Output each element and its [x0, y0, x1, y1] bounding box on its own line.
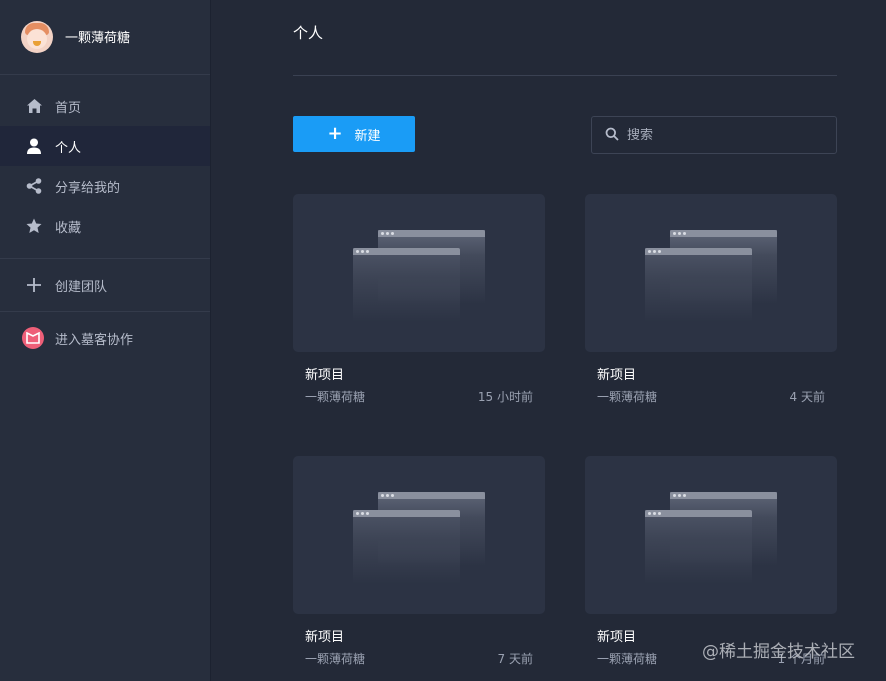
sidebar-item-shared[interactable]: 分享给我的 [0, 166, 210, 206]
project-card[interactable]: 新项目 一颗薄荷糖 4 天前 [585, 194, 837, 404]
project-card[interactable]: 新项目 一颗薄荷糖 15 小时前 [293, 194, 545, 404]
search-box[interactable] [591, 116, 837, 154]
plus-icon [26, 277, 42, 293]
page-title: 个人 [293, 24, 324, 42]
plus-icon: + [327, 123, 343, 144]
project-name: 新项目 [597, 368, 637, 383]
share-icon [26, 178, 42, 194]
project-card[interactable]: 新项目 一颗薄荷糖 1 个月前 [585, 456, 837, 666]
project-owner: 一颗薄荷糖 [597, 652, 658, 666]
home-icon [26, 98, 42, 114]
project-card[interactable]: 新项目 一颗薄荷糖 7 天前 [293, 456, 545, 666]
search-icon [605, 126, 619, 145]
sidebar-item-label: 首页 [55, 100, 82, 116]
username: 一颗薄荷糖 [65, 31, 131, 46]
watermark: @稀土掘金技术社区 [702, 642, 855, 662]
project-time: 15 小时前 [477, 390, 533, 404]
main-content: 个人 + 新建 新项目 一颗薄荷糖 15 小时前 新项目 一颗薄荷糖 4 天前 [212, 0, 886, 681]
project-thumbnail[interactable] [293, 456, 545, 614]
new-button-label: 新建 [354, 128, 381, 144]
project-time: 4 天前 [789, 390, 825, 404]
avatar[interactable] [21, 20, 53, 53]
project-owner: 一颗薄荷糖 [305, 652, 366, 666]
project-thumbnail[interactable] [585, 456, 837, 614]
new-project-button[interactable]: + 新建 [293, 116, 415, 152]
sidebar: 一颗薄荷糖 首页 个人 分享给我的 收藏 创建团队 进入墓客协作 [0, 0, 211, 681]
project-thumbnail[interactable] [585, 194, 837, 352]
sidebar-item-label: 收藏 [55, 220, 82, 236]
mock-collab-link[interactable]: 进入墓客协作 [0, 318, 210, 358]
title-divider [293, 75, 837, 76]
sidebar-item-label: 个人 [55, 140, 82, 156]
search-input[interactable] [627, 127, 817, 143]
star-icon [26, 218, 42, 234]
create-team-button[interactable]: 创建团队 [0, 265, 210, 305]
project-time: 7 天前 [497, 652, 533, 666]
user-icon [26, 138, 42, 154]
project-thumbnail[interactable] [293, 194, 545, 352]
mock-collab-label: 进入墓客协作 [55, 332, 134, 348]
sidebar-item-home[interactable]: 首页 [0, 86, 210, 126]
sidebar-item-label: 分享给我的 [55, 180, 121, 196]
sidebar-item-favorites[interactable]: 收藏 [0, 206, 210, 246]
mock-logo-icon [22, 327, 44, 349]
create-team-label: 创建团队 [55, 279, 108, 295]
project-owner: 一颗薄荷糖 [305, 390, 366, 404]
user-profile[interactable]: 一颗薄荷糖 [0, 0, 210, 75]
project-name: 新项目 [305, 630, 345, 645]
project-name: 新项目 [305, 368, 345, 383]
project-owner: 一颗薄荷糖 [597, 390, 658, 404]
project-name: 新项目 [597, 630, 637, 645]
sidebar-item-personal[interactable]: 个人 [0, 126, 210, 166]
